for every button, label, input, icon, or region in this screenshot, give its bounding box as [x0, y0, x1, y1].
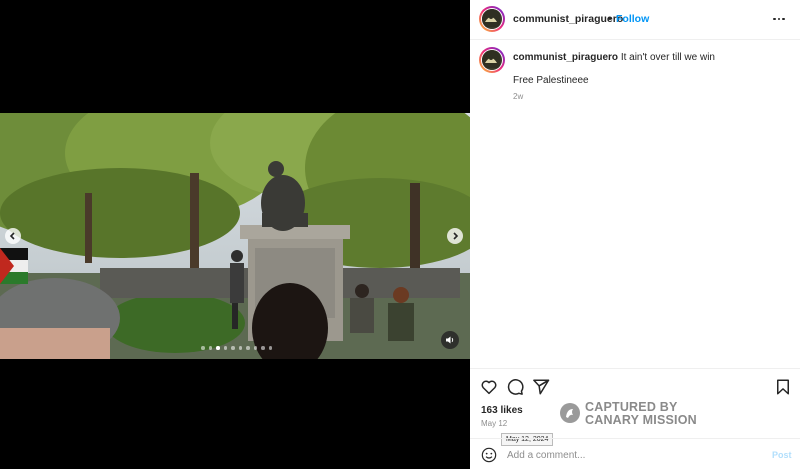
more-options-icon[interactable] [773, 13, 791, 25]
post-header: communist_piraguero • Follow [470, 0, 800, 40]
carousel-dot [268, 346, 272, 350]
follow-button[interactable]: Follow [616, 13, 649, 25]
post-date[interactable]: May 12 [481, 419, 507, 428]
caption-extra-line: Free Palestineee [513, 75, 589, 86]
dot [782, 17, 785, 21]
caption-timestamp[interactable]: 2w [513, 92, 523, 101]
audio-toggle-button[interactable] [441, 331, 459, 349]
heart-icon[interactable] [480, 378, 498, 396]
carousel-indicators [201, 346, 272, 350]
post-comment-button[interactable]: Post [772, 450, 792, 460]
carousel-dot [246, 346, 250, 350]
divider [470, 368, 800, 369]
post-details-panel: communist_piraguero • Follow communist_p… [470, 0, 800, 469]
chevron-left-icon [9, 232, 15, 240]
volume-icon [446, 336, 454, 344]
avatar[interactable] [479, 6, 505, 32]
paper-plane-icon[interactable] [532, 378, 550, 396]
carousel-dot [208, 346, 212, 350]
post-media-area [0, 0, 470, 469]
caption: communist_piraguero It ain't over till w… [513, 52, 715, 63]
emoji-icon[interactable] [481, 447, 497, 463]
caption-text: It ain't over till we win [620, 52, 715, 63]
comment-input[interactable] [507, 448, 757, 462]
comment-icon[interactable] [506, 378, 524, 396]
carousel-dot [253, 346, 257, 350]
date-tooltip: May 12, 2024 [501, 433, 554, 446]
carousel-dot [223, 346, 227, 350]
likes-count[interactable]: 163 likes [481, 405, 523, 416]
next-slide-button[interactable] [447, 228, 463, 244]
dot [777, 17, 780, 21]
video-frame [0, 113, 470, 359]
canary-logo-icon [560, 403, 580, 423]
avatar-image [482, 50, 500, 68]
watermark-line2: CANARY MISSION [585, 413, 697, 427]
carousel-dot [238, 346, 242, 350]
divider [470, 438, 800, 439]
chevron-right-icon [453, 232, 459, 240]
previous-slide-button[interactable] [5, 228, 21, 244]
caption-username[interactable]: communist_piraguero [513, 52, 618, 63]
watermark: CAPTURED BY CANARY MISSION [560, 400, 720, 430]
header-separator: • [608, 13, 612, 25]
carousel-dot [201, 346, 205, 350]
avatar-image [482, 9, 500, 27]
carousel-dot [216, 346, 220, 350]
carousel-dot [261, 346, 265, 350]
watermark-line1: CAPTURED BY [585, 400, 678, 414]
post-author-username[interactable]: communist_piraguero [513, 13, 623, 25]
dot [773, 17, 776, 21]
caption-avatar[interactable] [479, 47, 505, 73]
bookmark-icon[interactable] [774, 378, 792, 396]
carousel-dot [231, 346, 235, 350]
post-video[interactable] [0, 113, 470, 359]
